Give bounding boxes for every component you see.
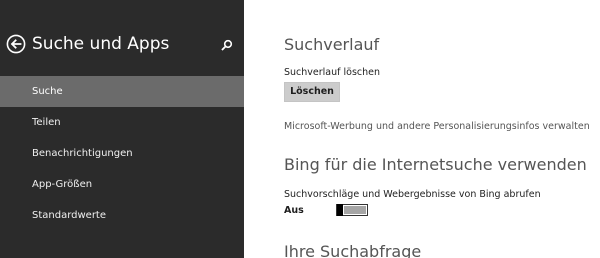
search-button[interactable]	[220, 37, 234, 51]
search-icon	[221, 39, 233, 51]
bing-suggestions-toggle[interactable]	[336, 204, 368, 216]
content-pane: Suchverlauf Suchverlauf löschen Löschen …	[244, 0, 600, 258]
clear-history-button[interactable]: Löschen	[284, 82, 340, 102]
nav-item-app-groessen[interactable]: App-Größen	[0, 169, 244, 200]
bing-suggestions-label: Suchvorschläge und Webergebnisse von Bin…	[284, 189, 541, 200]
toggle-state-label: Aus	[284, 205, 304, 216]
ads-personalization-link[interactable]: Microsoft-Werbung und andere Personalisi…	[284, 121, 590, 133]
back-button[interactable]	[6, 34, 26, 54]
toggle-track	[344, 206, 366, 214]
nav-pane: Suche und Apps Suche Teilen Benachrichti…	[0, 0, 244, 258]
bing-heading: Bing für die Internetsuche verwenden	[284, 155, 587, 174]
nav-item-teilen[interactable]: Teilen	[0, 107, 244, 138]
nav-title: Suche und Apps	[32, 34, 170, 54]
nav-item-standardwerte[interactable]: Standardwerte	[0, 200, 244, 231]
toggle-thumb[interactable]	[337, 204, 343, 216]
queries-heading: Ihre Suchabfrage	[284, 242, 422, 258]
clear-history-label: Suchverlauf löschen	[284, 67, 381, 78]
history-heading: Suchverlauf	[284, 35, 380, 54]
back-arrow-circle-icon	[6, 34, 26, 54]
settings-window: Suche und Apps Suche Teilen Benachrichti…	[0, 0, 600, 258]
nav-item-benachrichtigungen[interactable]: Benachrichtigungen	[0, 138, 244, 169]
nav-list: Suche Teilen Benachrichtigungen App-Größ…	[0, 76, 244, 231]
nav-item-suche[interactable]: Suche	[0, 76, 244, 107]
